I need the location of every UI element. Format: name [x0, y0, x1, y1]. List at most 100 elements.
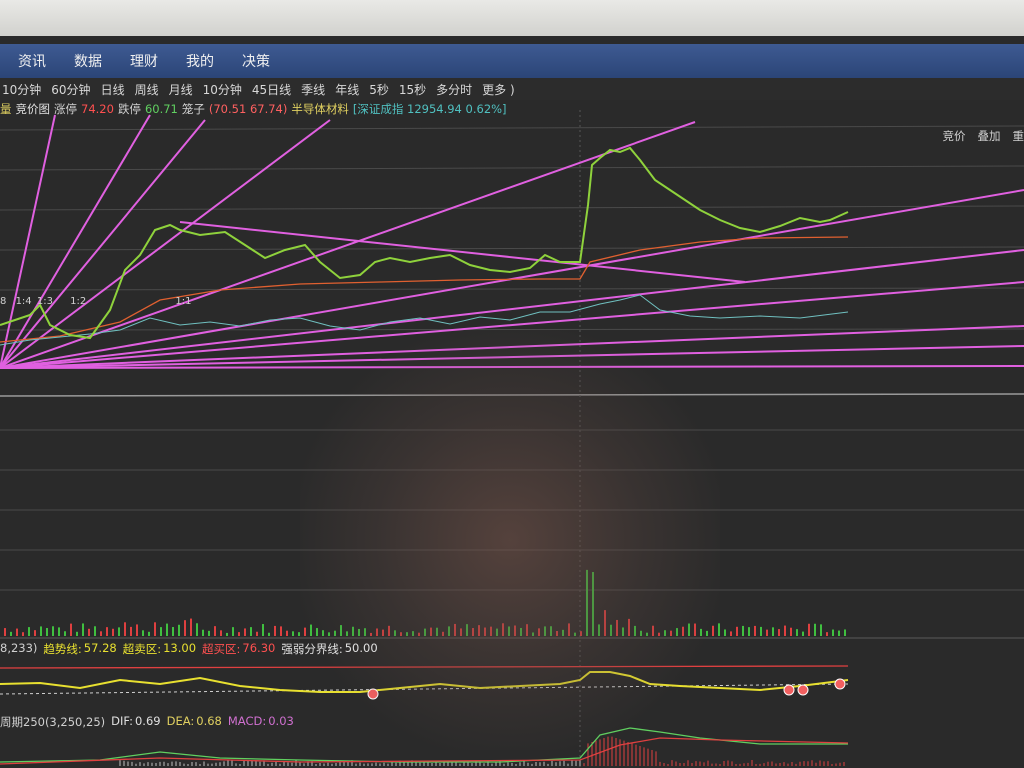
- volume-bar: [208, 630, 210, 636]
- volume-bar: [70, 623, 72, 636]
- volume-bar: [766, 629, 768, 636]
- volume-bar: [220, 630, 222, 636]
- volume-bar: [184, 620, 186, 636]
- volume-bar: [508, 626, 510, 636]
- volume-bar: [442, 631, 444, 636]
- volume-bar: [634, 625, 636, 636]
- volume-bar: [10, 631, 12, 636]
- volume-bar: [736, 626, 738, 636]
- dif-label: DIF:: [111, 714, 133, 728]
- volume-bar: [268, 632, 270, 636]
- volume-bar: [244, 628, 246, 636]
- volume-bar: [484, 627, 486, 636]
- volume-bar: [304, 627, 306, 636]
- volume-bar: [112, 628, 114, 636]
- volume-bar: [700, 628, 702, 636]
- volume-bar: [538, 628, 540, 636]
- fib-label-1-2: 1:2: [70, 296, 87, 307]
- macd-value: 0.03: [268, 714, 294, 728]
- volume-bar: [694, 623, 696, 636]
- volume-bar: [322, 630, 324, 636]
- volume-bar: [652, 625, 654, 636]
- volume-bar: [502, 623, 504, 636]
- volume-bar: [562, 629, 564, 636]
- volume-bar: [706, 630, 708, 636]
- volume-bar: [4, 628, 6, 636]
- volume-bar: [136, 624, 138, 636]
- volume-bar: [670, 630, 672, 636]
- volume-bar: [550, 626, 552, 636]
- volume-bar: [544, 626, 546, 636]
- volume-bar: [586, 569, 588, 636]
- volume-bar: [742, 625, 744, 636]
- volume-bar: [124, 622, 126, 636]
- volume-bar: [688, 623, 690, 636]
- overbought-label: 超买区:: [202, 642, 241, 656]
- volume-bar: [376, 628, 378, 636]
- volume-bar: [604, 610, 606, 636]
- volume-bar: [628, 618, 630, 636]
- volume-bar: [676, 628, 678, 636]
- volume-bar: [226, 632, 228, 636]
- volume-bar: [718, 623, 720, 636]
- volume-bar: [460, 628, 462, 636]
- volume-bar: [520, 627, 522, 636]
- volume-bar: [802, 631, 804, 636]
- macd-label: MACD:: [227, 714, 267, 728]
- volume-bar: [298, 632, 300, 636]
- volume-bar: [28, 627, 30, 636]
- volume-bar: [118, 627, 120, 636]
- volume-bar: [358, 628, 360, 636]
- trend-line: [0, 671, 849, 693]
- volume-bar: [274, 625, 276, 636]
- dea-label: DEA:: [166, 714, 195, 728]
- divider-label: 强弱分界线:: [281, 642, 343, 656]
- indicator1-header: 8,233) 趋势线: 57.28 超卖区: 13.00 超买区: 76.30 …: [0, 641, 384, 657]
- volume-bar: [754, 625, 756, 636]
- volume-bar: [292, 631, 294, 636]
- volume-bar: [748, 627, 750, 636]
- volume-bar: [640, 630, 642, 636]
- volume-bar: [310, 624, 312, 636]
- volume-bar: [556, 630, 558, 636]
- volume-bar: [616, 619, 618, 636]
- volume-bar: [568, 623, 570, 636]
- volume-bar: [328, 632, 330, 636]
- dea-value: 0.68: [196, 714, 222, 728]
- volume-bar: [346, 631, 348, 636]
- macd-indicator-name[interactable]: 周期250(3,250,25): [0, 714, 105, 730]
- indicator1-params: 8,233): [0, 641, 38, 655]
- volume-bar: [316, 628, 318, 636]
- volume-bar: [58, 627, 60, 636]
- volume-bar: [412, 631, 414, 636]
- volume-bar: [682, 626, 684, 636]
- volume-bar: [430, 627, 432, 636]
- volume-bars: [4, 569, 846, 636]
- volume-bar: [436, 627, 438, 636]
- trend-label: 趋势线:: [43, 642, 82, 656]
- volume-bar: [172, 627, 174, 636]
- volume-bar: [418, 632, 420, 636]
- panel-divider: [0, 393, 1024, 397]
- volume-bar: [52, 626, 54, 636]
- fib-label-1-1: 1:1: [175, 296, 192, 307]
- volume-bar: [574, 632, 576, 636]
- volume-bar: [256, 631, 258, 636]
- trend-value: 57.28: [83, 641, 117, 655]
- volume-bar: [130, 626, 132, 636]
- volume-bar: [100, 631, 102, 636]
- dif-value: 0.69: [134, 714, 161, 728]
- volume-bar: [784, 625, 786, 636]
- divider-value: 50.00: [344, 641, 378, 655]
- volume-bar: [478, 625, 480, 636]
- volume-bar: [388, 625, 390, 636]
- volume-bar: [772, 627, 774, 636]
- volume-bar: [334, 630, 336, 636]
- volume-bar: [526, 624, 528, 636]
- volume-bar: [646, 632, 648, 636]
- volume-bar: [382, 629, 384, 636]
- volume-bar: [796, 629, 798, 636]
- volume-bar: [790, 627, 792, 636]
- volume-bar: [64, 631, 66, 636]
- fib-label-8: 8: [0, 296, 7, 307]
